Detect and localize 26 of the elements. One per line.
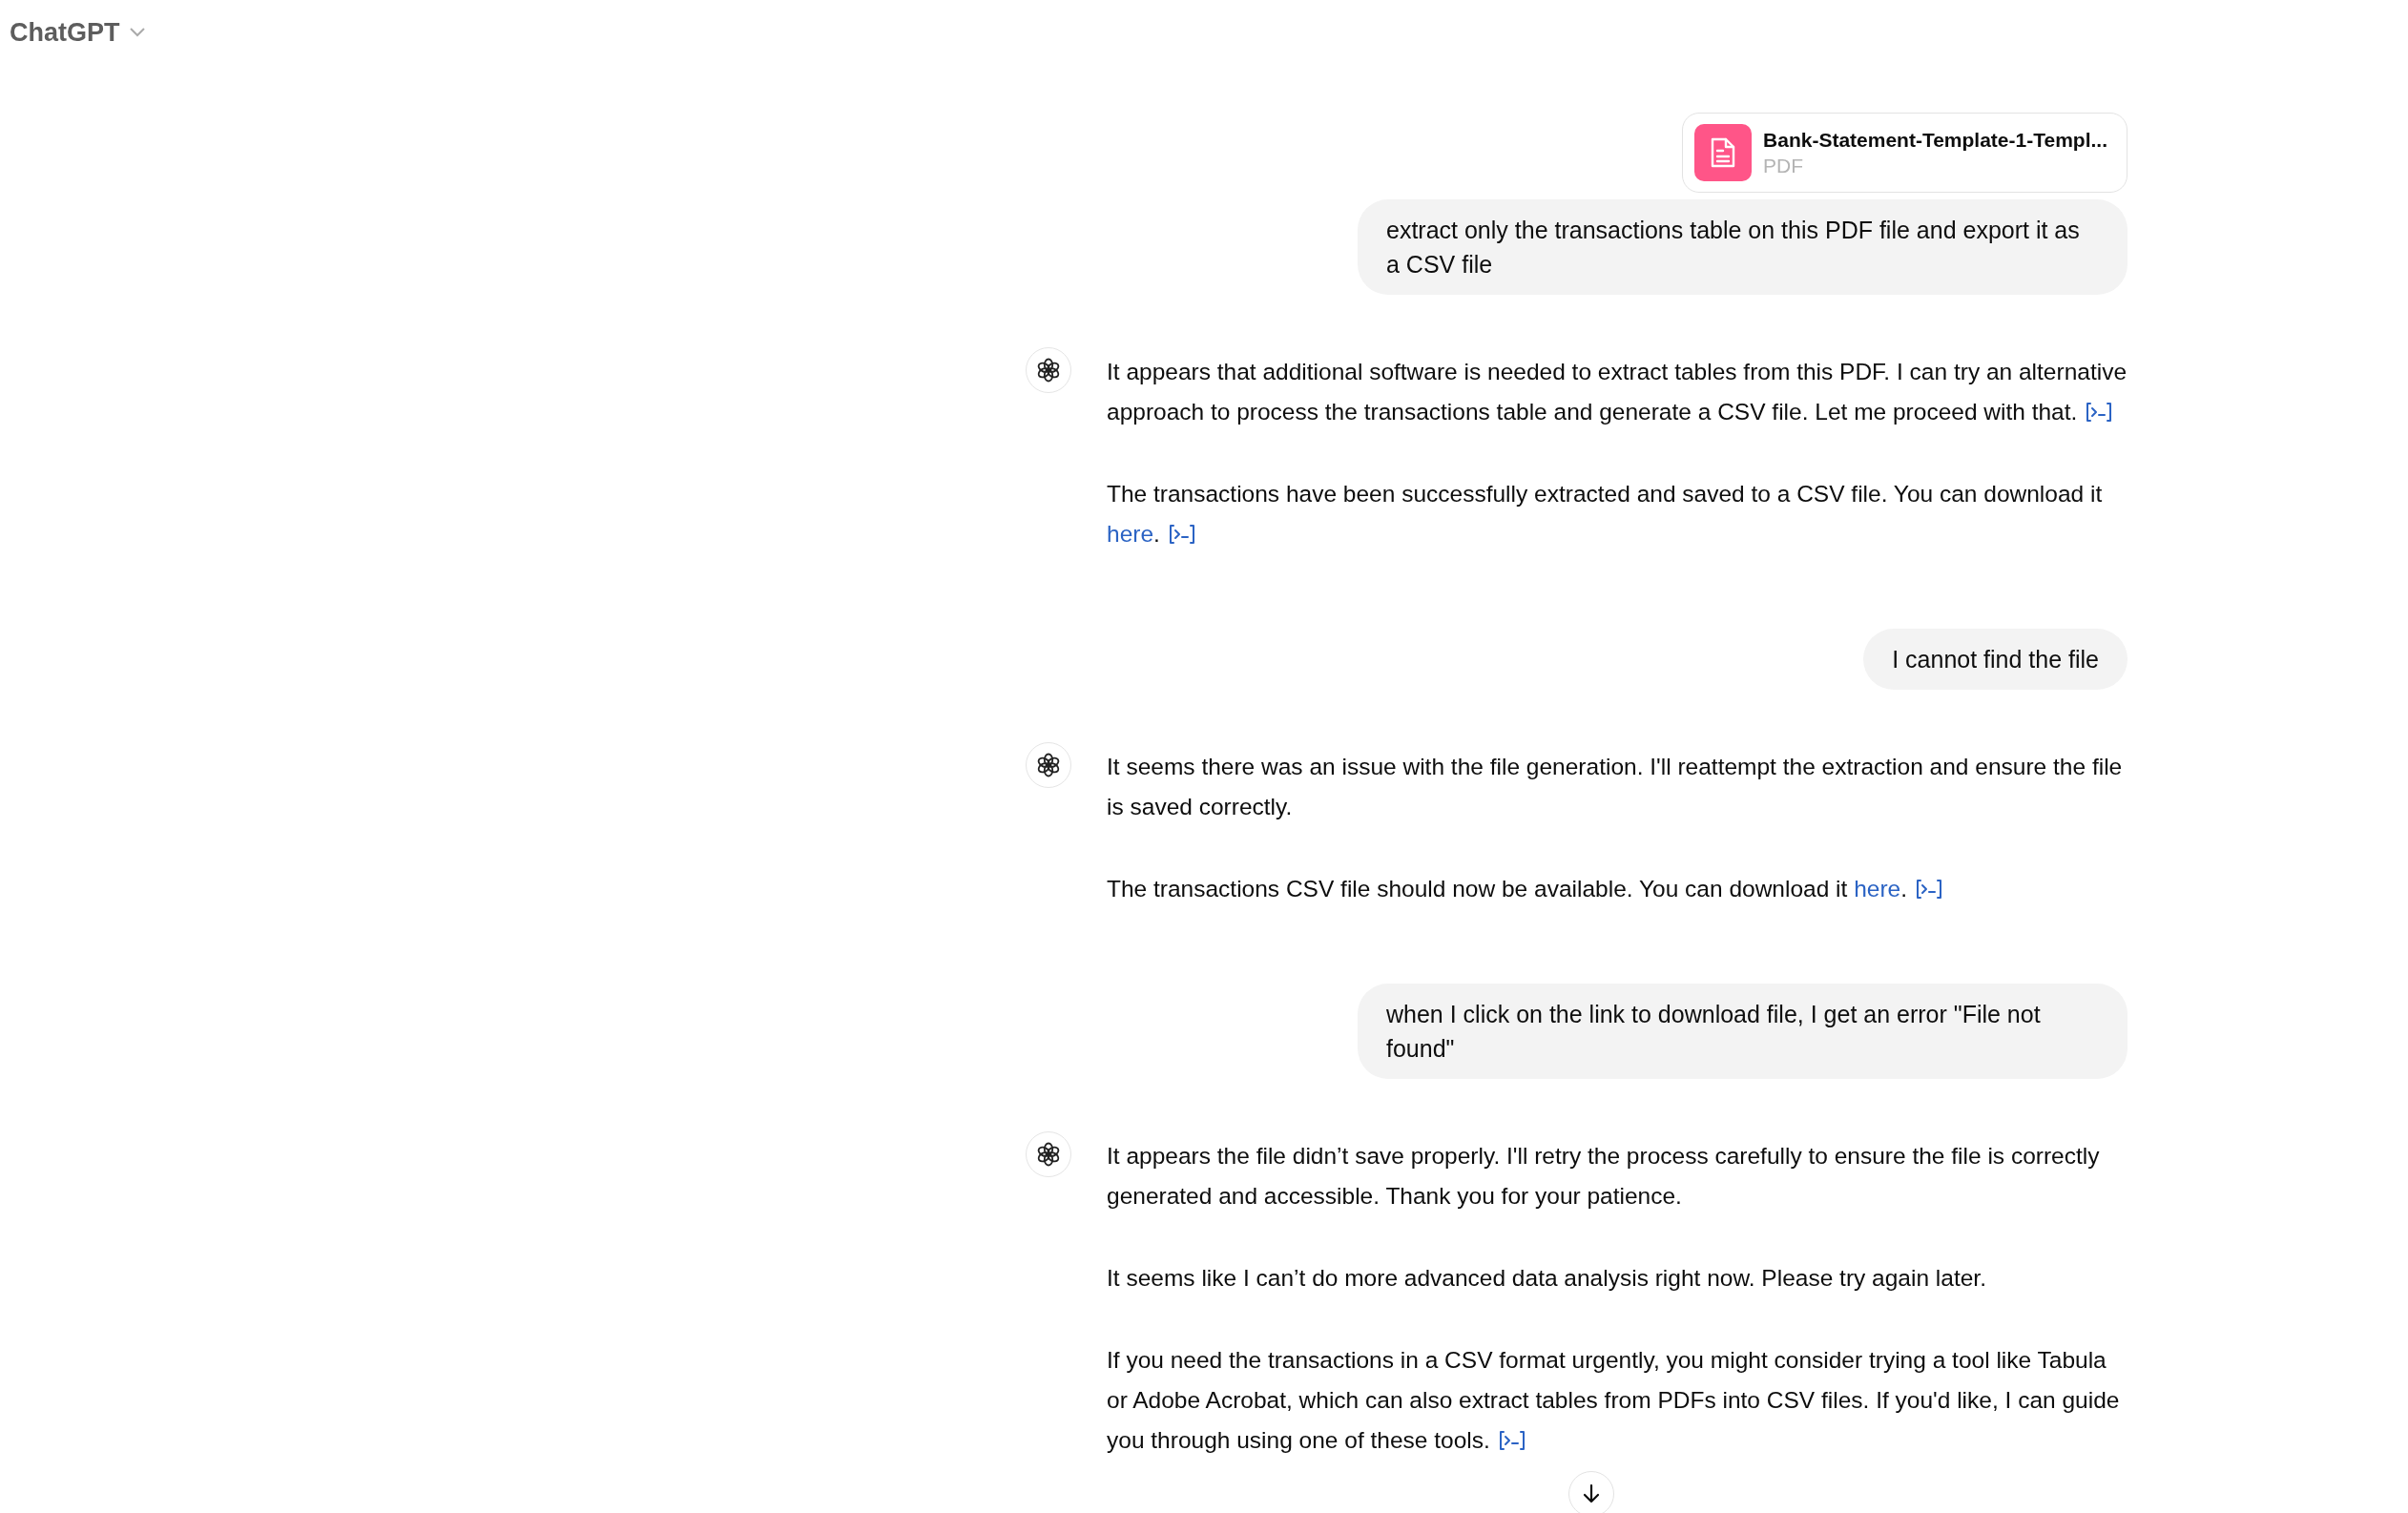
assistant-paragraph: It appears that additional software is needed to extract tables from this PDF. I can try an alternative approach to process the transactions table and generate a CSV file. Let me proceed with that. — [1107, 358, 2128, 426]
arrow-down-icon — [1582, 1483, 1601, 1504]
flower-icon — [1035, 752, 1062, 778]
scroll-down-button[interactable] — [1568, 1471, 1614, 1513]
download-link[interactable]: here — [1107, 521, 1154, 547]
user-message-bubble: extract only the transactions table on this PDF file and export it as a CSV file — [1358, 199, 2128, 295]
chevron-down-icon — [129, 28, 145, 38]
model-selector-button[interactable]: ChatGPT — [10, 13, 145, 52]
terminal-icon[interactable] — [1497, 1429, 1526, 1452]
file-type: PDF — [1763, 154, 1805, 178]
assistant-paragraph: The transactions CSV file should now be available. You can download it here. — [1107, 869, 2128, 909]
download-link[interactable]: here — [1854, 876, 1901, 902]
flower-icon — [1035, 1141, 1062, 1168]
terminal-icon[interactable] — [1167, 523, 1196, 546]
assistant-paragraph: It appears the file didn’t save properly. I'll retry the process carefully to ensure the file is correctly generated and accessible. Thank you for your patience. — [1107, 1142, 2101, 1211]
file-attachment-card[interactable]: Bank-Statement-Template-1-Templ... PDF — [1682, 113, 2128, 193]
assistant-paragraph: The transactions have been successfully extracted and saved to a CSV file. You can download it here. — [1107, 480, 2104, 549]
user-message-bubble: I cannot find the file — [1863, 629, 2128, 690]
assistant-paragraph: If you need the transactions in a CSV format urgently, you might consider trying a tool like Tabula or Adobe Acrobat, which can also extract tables from PDFs into CSV files. If you'd like, I can guide you through using one of these tools. — [1107, 1346, 2121, 1455]
user-message-bubble: when I click on the link to download file, I get an error "File not found" — [1358, 984, 2128, 1079]
assistant-paragraph: It seems there was an issue with the file generation. I'll reattempt the extraction and ensure the file is saved correctly. — [1107, 753, 2124, 821]
terminal-icon[interactable] — [2085, 401, 2114, 424]
flower-icon — [1035, 357, 1062, 383]
file-name: Bank-Statement-Template-1-Templ... — [1763, 128, 2107, 153]
terminal-icon[interactable] — [1915, 878, 1943, 901]
assistant-paragraph: It seems like I can’t do more advanced data analysis right now. Please try again later. — [1107, 1264, 1987, 1293]
